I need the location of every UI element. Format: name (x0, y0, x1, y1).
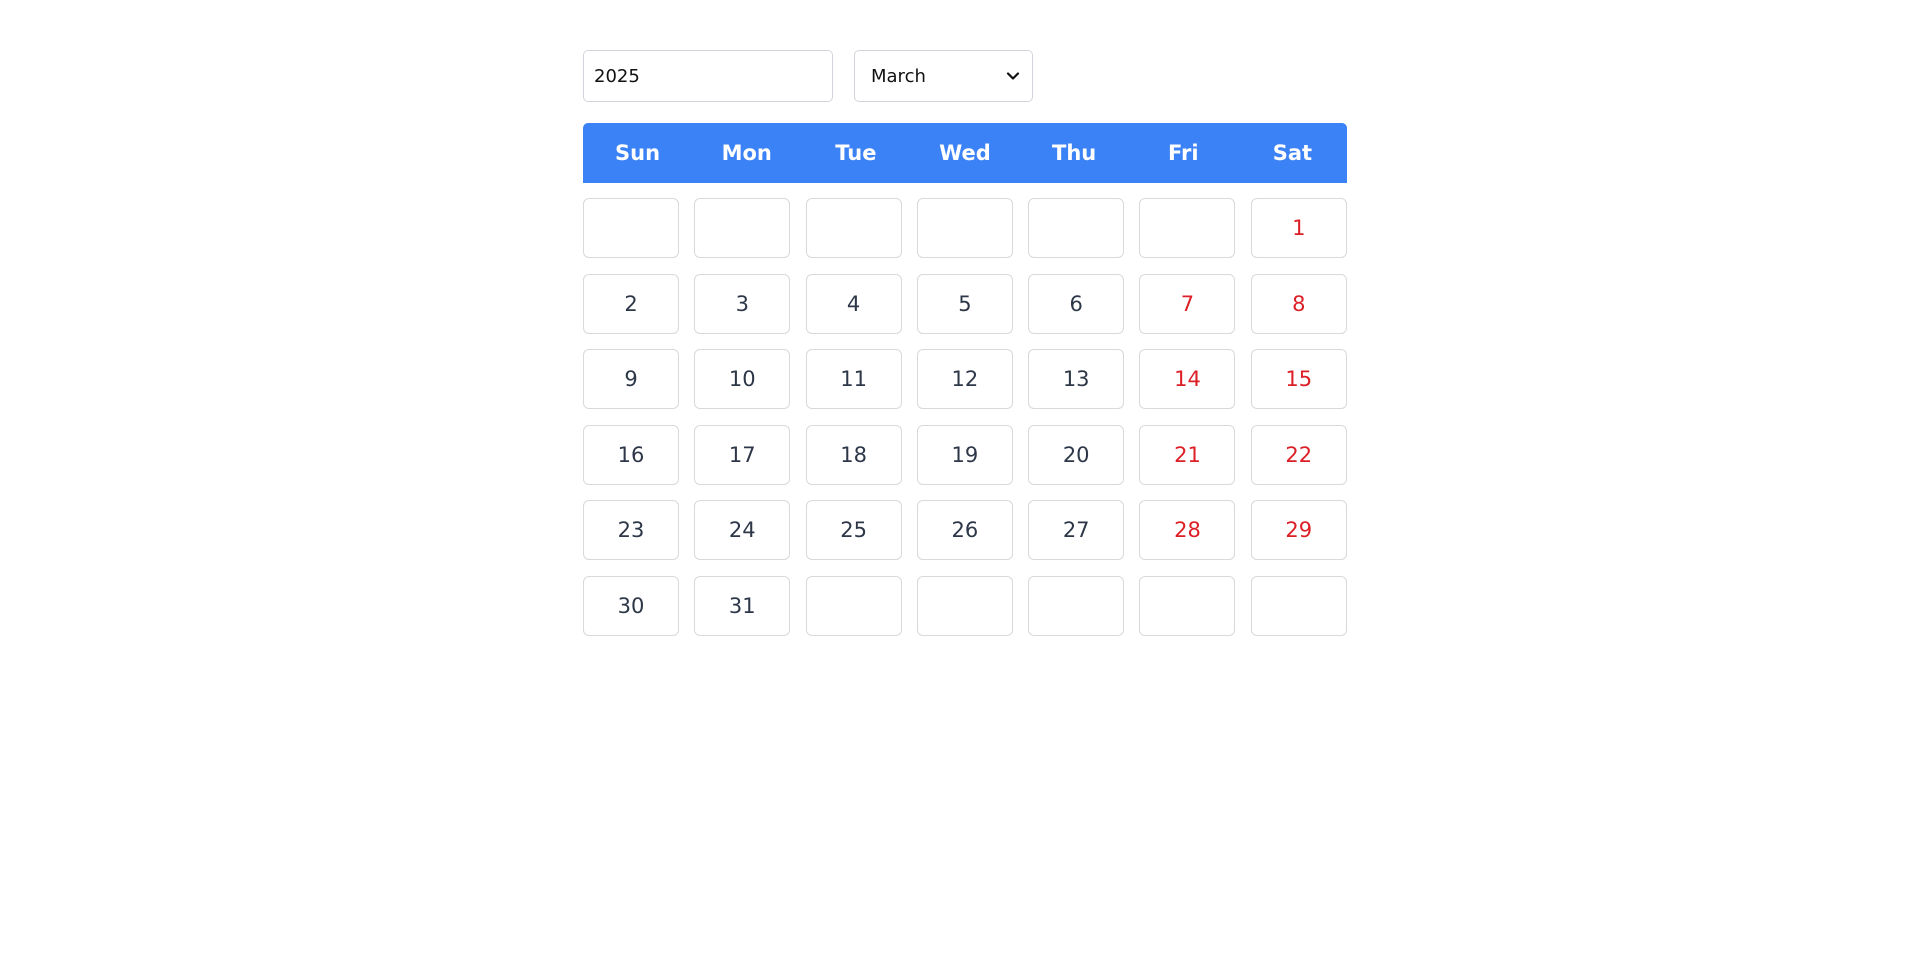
day-cell[interactable]: 16 (583, 424, 679, 485)
empty-day-cell (1250, 575, 1347, 636)
day-cell[interactable]: 4 (805, 273, 902, 334)
day-cell[interactable]: 3 (694, 273, 791, 334)
day-cell[interactable]: 8 (1250, 273, 1347, 334)
day-cell[interactable]: 23 (583, 500, 679, 560)
day-cell[interactable]: 15 (1250, 349, 1347, 409)
day-cell[interactable]: 6 (1028, 273, 1125, 334)
empty-day-cell (1028, 198, 1125, 258)
day-cell[interactable]: 29 (1250, 500, 1347, 560)
day-cell[interactable]: 20 (1028, 424, 1125, 485)
day-cell[interactable]: 27 (1028, 500, 1125, 560)
day-cell[interactable]: 17 (694, 424, 791, 485)
empty-day-cell (916, 198, 1013, 258)
day-cell[interactable]: 26 (916, 500, 1013, 560)
weekday-sat: Sat (1272, 141, 1313, 165)
day-cell[interactable]: 21 (1139, 424, 1236, 485)
day-cell[interactable]: 11 (805, 349, 902, 409)
weekday-mon: Mon (721, 141, 772, 165)
weekday-header: Sun Mon Tue Wed Thu Fri Sat (583, 123, 1347, 183)
day-cell[interactable]: 14 (1139, 349, 1236, 409)
day-cell[interactable]: 1 (1250, 198, 1347, 258)
day-cell[interactable]: 25 (805, 500, 902, 560)
day-cell[interactable]: 31 (694, 575, 791, 636)
empty-day-cell (583, 198, 679, 258)
year-input[interactable] (583, 50, 833, 102)
days-grid: 1 2 3 4 5 6 7 8 9 10 11 12 13 14 15 16 17 18 19 20 21 22 23 24 2… (583, 198, 1347, 636)
day-cell[interactable]: 12 (916, 349, 1013, 409)
day-cell[interactable]: 2 (583, 273, 679, 334)
day-cell[interactable]: 10 (694, 349, 791, 409)
day-cell[interactable]: 13 (1028, 349, 1125, 409)
day-cell[interactable]: 7 (1139, 273, 1236, 334)
weekday-thu: Thu (1052, 141, 1097, 165)
weekday-wed: Wed (939, 141, 991, 165)
weekday-sun: Sun (615, 141, 661, 165)
month-select[interactable]: March (854, 50, 1033, 102)
day-cell[interactable]: 9 (583, 349, 679, 409)
empty-day-cell (1139, 575, 1236, 636)
day-cell[interactable]: 22 (1250, 424, 1347, 485)
weekday-fri: Fri (1167, 141, 1199, 165)
day-cell[interactable]: 24 (694, 500, 791, 560)
empty-day-cell (805, 198, 902, 258)
empty-day-cell (694, 198, 791, 258)
day-cell[interactable]: 30 (583, 575, 679, 636)
empty-day-cell (1028, 575, 1125, 636)
weekday-tue: Tue (835, 141, 877, 165)
calendar-controls: March (583, 50, 1347, 102)
empty-day-cell (916, 575, 1013, 636)
day-cell[interactable]: 28 (1139, 500, 1236, 560)
day-cell[interactable]: 19 (916, 424, 1013, 485)
day-cell[interactable]: 18 (805, 424, 902, 485)
empty-day-cell (1139, 198, 1236, 258)
empty-day-cell (805, 575, 902, 636)
calendar-app: March Sun Mon Tue Wed Thu Fri Sat 123456… (583, 50, 1347, 636)
month-select-value: March (871, 65, 926, 87)
day-cell[interactable]: 5 (916, 273, 1013, 334)
chevron-down-icon (1006, 72, 1020, 80)
